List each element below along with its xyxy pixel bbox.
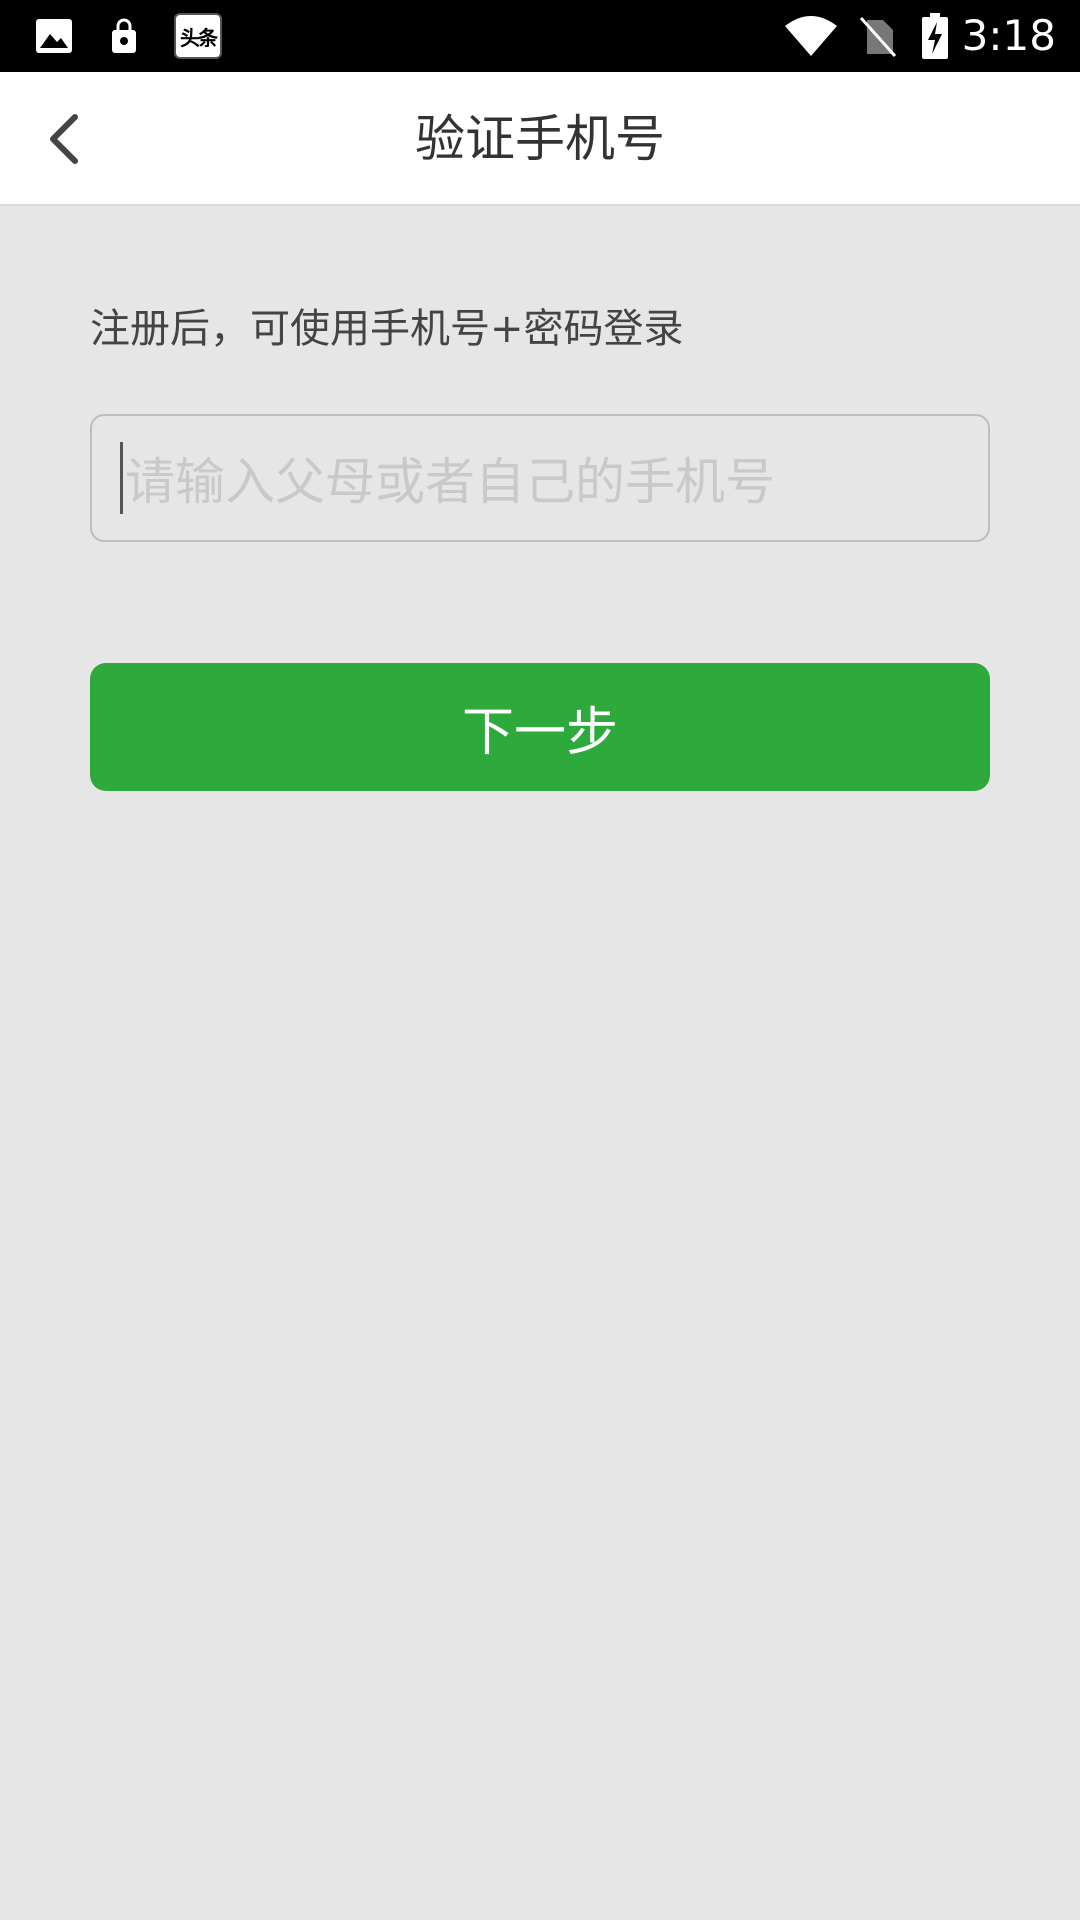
- text-cursor: [120, 442, 123, 514]
- back-button[interactable]: [18, 94, 108, 184]
- phone-number-input[interactable]: 请输入父母或者自己的手机号: [90, 414, 990, 542]
- status-time: 3:18: [961, 11, 1056, 60]
- image-icon: [34, 0, 74, 72]
- no-sim-icon: [858, 0, 898, 72]
- news-badge-label: 头条: [174, 13, 222, 59]
- app-bar: 验证手机号: [0, 72, 1080, 206]
- battery-charging-icon: [918, 0, 952, 72]
- phone-input-placeholder: 请输入父母或者自己的手机号: [125, 453, 775, 511]
- chevron-left-icon: [50, 114, 78, 164]
- status-bar: 头条 3:18: [0, 0, 1080, 72]
- lock-bag-icon: [106, 0, 142, 72]
- registration-hint: 注册后，可使用手机号+密码登录: [90, 306, 684, 352]
- page-title: 验证手机号: [415, 110, 665, 168]
- wifi-icon: [782, 0, 840, 72]
- toutiao-app-icon: 头条: [172, 0, 224, 72]
- next-step-button[interactable]: 下一步: [90, 663, 990, 791]
